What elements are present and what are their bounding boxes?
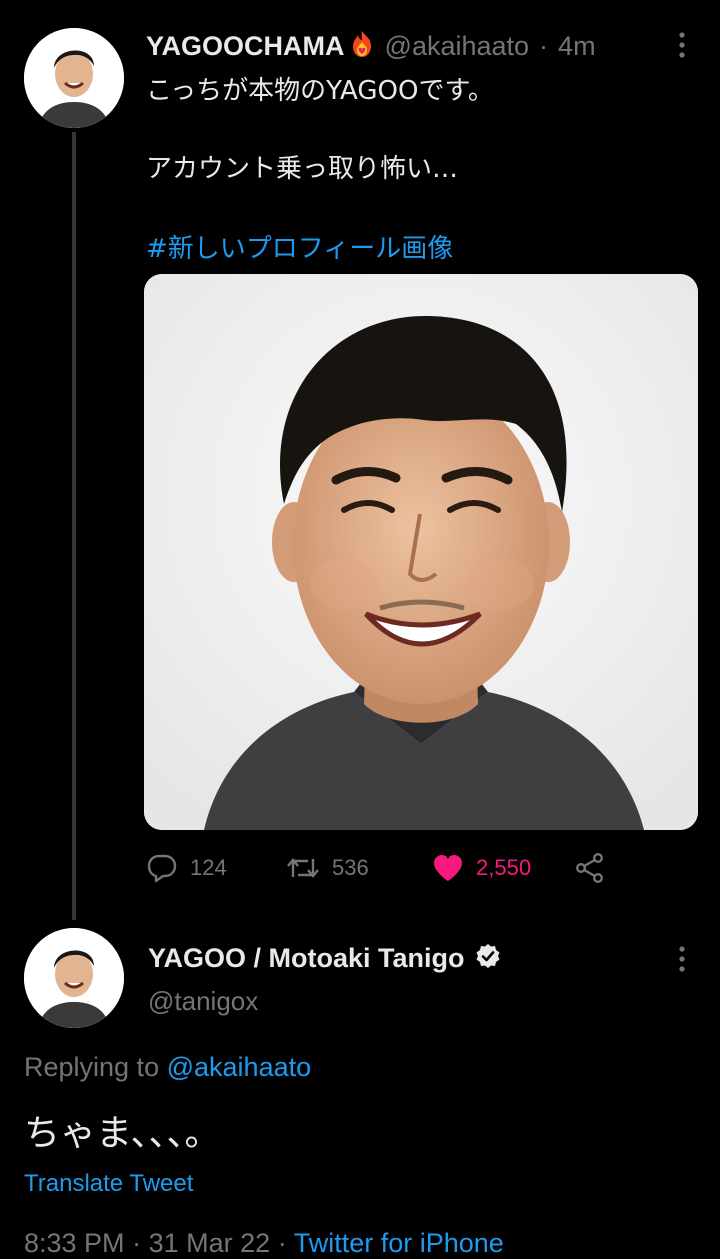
more-options-icon[interactable] xyxy=(670,28,694,62)
tweet-metadata: 8:33 PM · 31 Mar 22 · Twitter for iPhone xyxy=(24,1228,504,1259)
verified-badge-icon xyxy=(475,943,501,974)
replying-to: Replying to @akaihaato xyxy=(24,1052,311,1083)
reply-handle[interactable]: @tanigox xyxy=(148,986,258,1017)
separator-dot: · xyxy=(277,1228,287,1258)
tweet-header: YAGOOCHAMA @akaihaato · 4m xyxy=(146,26,596,66)
replying-to-label: Replying to xyxy=(24,1052,160,1082)
separator-dot: · xyxy=(132,1228,142,1258)
display-name[interactable]: YAGOOCHAMA xyxy=(146,31,345,62)
share-button[interactable] xyxy=(574,846,618,890)
reply-time: 8:33 PM xyxy=(24,1228,125,1258)
source-link[interactable]: Twitter for iPhone xyxy=(294,1228,504,1258)
tweet-photo[interactable] xyxy=(144,274,698,830)
fire-heart-icon xyxy=(349,30,375,63)
reply-display-name[interactable]: YAGOO / Motoaki Tanigo xyxy=(148,943,465,974)
thread-connector xyxy=(72,132,76,920)
like-button[interactable]: 2,550 xyxy=(432,846,531,890)
reply-text: ちゃま、、、。 xyxy=(24,1113,221,1154)
avatar[interactable] xyxy=(24,28,124,128)
like-count: 2,550 xyxy=(476,855,532,880)
translate-tweet-link[interactable]: Translate Tweet xyxy=(24,1170,193,1198)
share-icon xyxy=(576,853,604,884)
tweet-action-bar: 124 536 2,550 xyxy=(146,846,626,890)
reply-header: YAGOO / Motoaki Tanigo xyxy=(148,938,501,978)
retweet-icon xyxy=(287,858,319,878)
heart-filled-icon xyxy=(434,855,462,881)
reply-count: 124 xyxy=(190,855,227,880)
tweet-text-line2: アカウント乗っ取り怖い… xyxy=(146,154,459,184)
timestamp[interactable]: 4m xyxy=(558,31,596,62)
hashtag-link[interactable]: #新しいプロフィール画像 xyxy=(146,228,453,265)
reply-date: 31 Mar 22 xyxy=(148,1228,271,1258)
handle[interactable]: @akaihaato xyxy=(385,31,530,62)
reply-icon xyxy=(147,854,177,883)
separator-dot: · xyxy=(539,30,549,61)
replying-to-handle-link[interactable]: @akaihaato xyxy=(167,1052,312,1082)
reply-button[interactable]: 124 xyxy=(146,846,227,890)
avatar[interactable] xyxy=(24,928,124,1028)
retweet-count: 536 xyxy=(332,855,369,880)
tweet-text-line1: こっちが本物のYAGOOです。 xyxy=(146,76,494,106)
retweet-button[interactable]: 536 xyxy=(286,846,369,890)
more-options-icon[interactable] xyxy=(670,942,694,976)
